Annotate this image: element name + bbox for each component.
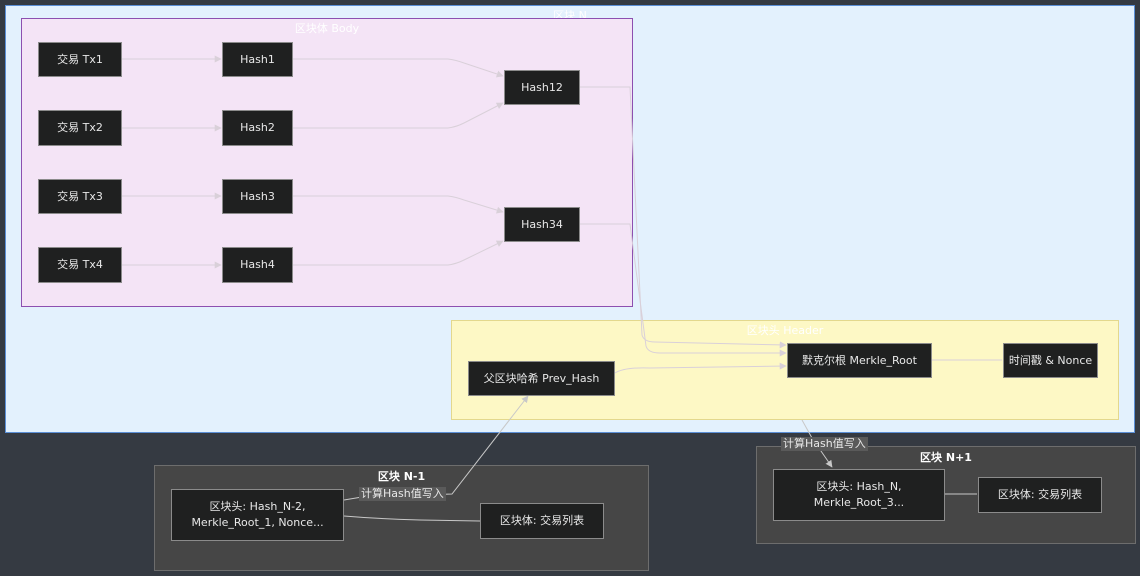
prev-block-header-node[interactable]: 区块头: Hash_N-2, Merkle_Root_1, Nonce... [171,489,344,541]
hash1-node[interactable]: Hash1 [222,42,293,77]
hash34-node[interactable]: Hash34 [504,207,580,242]
hash2-node[interactable]: Hash2 [222,110,293,146]
hash4-node[interactable]: Hash4 [222,247,293,283]
hash3-node[interactable]: Hash3 [222,179,293,214]
prev-block-body-node[interactable]: 区块体: 交易列表 [480,503,604,539]
block-header-title: 区块头 Header [746,324,824,337]
block-n-plus-1-title: 区块 N+1 [920,451,972,464]
block-body-title: 区块体 Body [294,22,360,35]
tx2-node[interactable]: 交易 Tx2 [38,110,122,146]
timestamp-nonce-node[interactable]: 时间戳 & Nonce [1003,343,1098,378]
tx3-node[interactable]: 交易 Tx3 [38,179,122,214]
tx1-node[interactable]: 交易 Tx1 [38,42,122,77]
next-block-header-node[interactable]: 区块头: Hash_N, Merkle_Root_3... [773,469,945,521]
prev-hash-node[interactable]: 父区块哈希 Prev_Hash [468,361,615,396]
edge-label-prev-to-current: 计算Hash值写入 [359,487,446,501]
block-n-minus-1-title: 区块 N-1 [377,470,426,483]
hash12-node[interactable]: Hash12 [504,70,580,105]
edge-label-current-to-next: 计算Hash值写入 [781,437,868,451]
tx4-node[interactable]: 交易 Tx4 [38,247,122,283]
merkle-root-node[interactable]: 默克尔根 Merkle_Root [787,343,932,378]
next-block-body-node[interactable]: 区块体: 交易列表 [978,477,1102,513]
